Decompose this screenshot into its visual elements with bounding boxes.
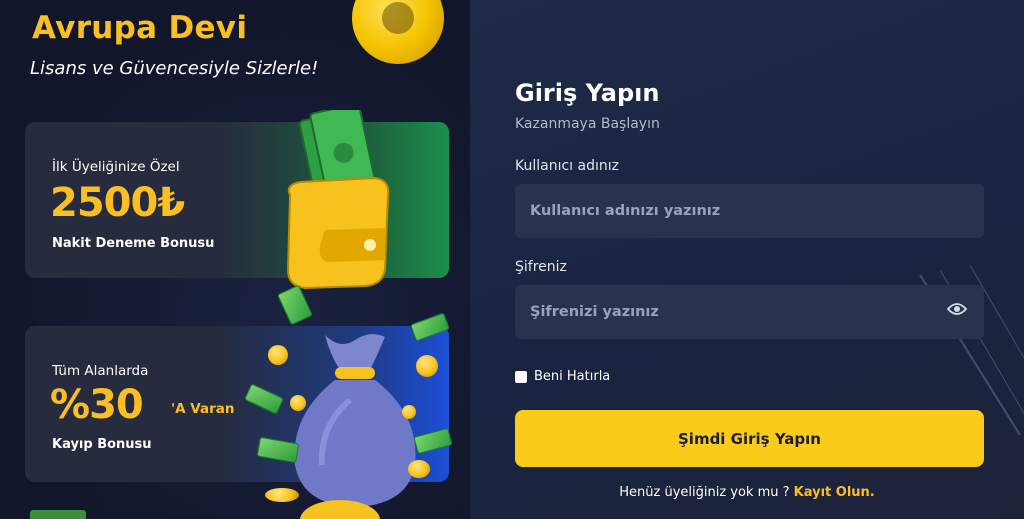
coin-illustration bbox=[416, 355, 438, 377]
bonus-card-title: Kayıp Bonusu bbox=[52, 437, 152, 452]
password-label: Şifreniz bbox=[515, 259, 567, 275]
signup-link[interactable]: Kayıt Olun. bbox=[794, 485, 875, 500]
login-title: Giriş Yapın bbox=[515, 79, 660, 107]
coin-illustration bbox=[408, 460, 430, 478]
promo-subtitle: Lisans ve Güvencesiyle Sizlerle! bbox=[30, 58, 319, 79]
eye-icon[interactable] bbox=[947, 302, 967, 316]
username-input[interactable] bbox=[515, 184, 984, 238]
bonus-card-caption: Tüm Alanlarda bbox=[52, 363, 149, 379]
bonus-card-title: Nakit Deneme Bonusu bbox=[52, 236, 215, 251]
page: Avrupa Devi Lisans ve Güvencesiyle Sizle… bbox=[0, 0, 1024, 519]
coin-illustration bbox=[265, 488, 299, 502]
password-input[interactable] bbox=[515, 285, 984, 339]
username-label: Kullanıcı adınız bbox=[515, 158, 619, 174]
promo-panel: Avrupa Devi Lisans ve Güvencesiyle Sizle… bbox=[0, 0, 470, 519]
bonus-card-amount: %30 bbox=[50, 382, 144, 428]
wallet-illustration bbox=[286, 110, 390, 290]
login-panel: Giriş Yapın Kazanmaya Başlayın Kullanıcı… bbox=[470, 0, 1024, 519]
signup-prompt: Henüz üyeliğiniz yok mu ? Kayıt Olun. bbox=[470, 485, 1024, 500]
money-bag-illustration bbox=[294, 334, 416, 507]
coin-illustration bbox=[402, 405, 416, 419]
bonus-card-caption: İlk Üyeliğinize Özel bbox=[52, 159, 180, 175]
login-subtitle: Kazanmaya Başlayın bbox=[515, 116, 660, 132]
remember-me[interactable]: Beni Hatırla bbox=[515, 369, 610, 384]
bonus-card-amount: 2500₺ bbox=[50, 180, 185, 226]
promo-title: Avrupa Devi bbox=[32, 10, 248, 46]
coin-illustration bbox=[290, 395, 306, 411]
banknote-illustration bbox=[30, 510, 86, 519]
coin-illustration bbox=[352, 0, 444, 64]
signup-text: Henüz üyeliğiniz yok mu ? bbox=[619, 485, 790, 500]
bonus-card-suffix: 'A Varan bbox=[171, 401, 235, 417]
coin-illustration bbox=[268, 345, 288, 365]
remember-label: Beni Hatırla bbox=[534, 369, 611, 384]
remember-checkbox[interactable] bbox=[515, 370, 527, 383]
login-submit-button[interactable]: Şimdi Giriş Yapın bbox=[515, 410, 984, 467]
